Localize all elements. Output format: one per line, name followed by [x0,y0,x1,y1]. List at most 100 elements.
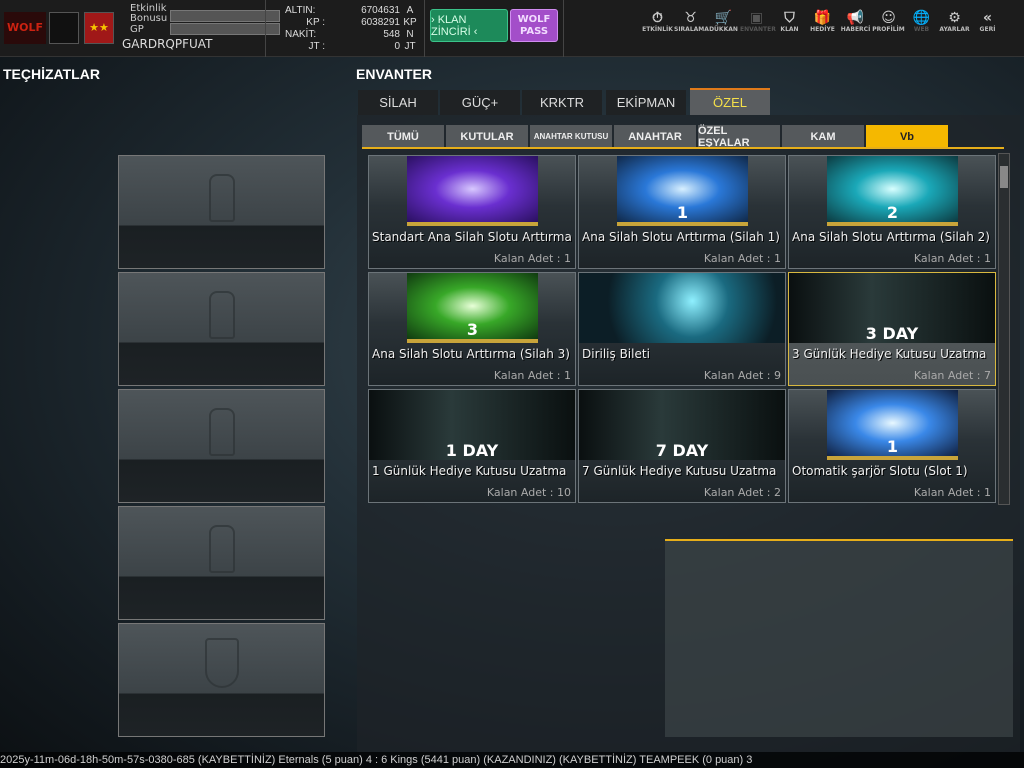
gp-label: GP [130,24,144,35]
shield-icon [205,638,239,688]
item-count: Kalan Adet : 9 [703,369,781,382]
inventory-item[interactable]: 7 DAY 7 Günlük Hediye Kutusu Uzatma Kalan … [578,389,786,503]
item-badge: 7 DAY [655,441,709,460]
nav-label: GERİ [979,26,996,33]
wolf-pass-button[interactable]: WOLF PASS [510,9,558,42]
nav-haberci̇[interactable]: 📢 HABERCİ [839,10,872,33]
etkinlik-bonus-label: Etkinlik Bonusu [130,3,168,24]
nav-icon: ☺ [881,10,896,26]
rank-icon: ★★ [84,12,114,44]
nav-icon: ⏱ [652,10,663,26]
nav-hedi̇ye[interactable]: 🎁 HEDİYE [806,10,839,33]
inventory-item[interactable]: 1 DAY 1 Günlük Hediye Kutusu Uzatma Kalan … [368,389,576,503]
equipment-title: TEÇHİZATLAR [3,66,100,82]
nav-label: KLAN [780,26,799,33]
wolf-logo: WOLF [4,12,46,44]
subtab-1[interactable]: KUTULAR [446,125,528,148]
inventory-item[interactable]: Standart Ana Silah Slotu Arttırma Kalan A… [368,155,576,269]
item-image: 3 [407,273,538,343]
item-count: Kalan Adet : 1 [913,252,991,265]
tab-2[interactable]: KRKTR [522,90,602,115]
item-badge: 1 DAY [445,441,499,460]
nav-label: DÜKKAN [709,26,738,33]
tab-1[interactable]: GÜÇ+ [440,90,520,115]
tab-3[interactable]: EKİPMAN [606,90,686,115]
nav-web[interactable]: 🌐 WEB [905,10,938,33]
subtab-4[interactable]: ÖZEL EŞYALAR [698,125,780,149]
nav-label: ENVANTER [740,26,776,33]
subtab-3[interactable]: ANAHTAR [614,125,696,148]
klan-zinciri-button[interactable]: › KLAN ZİNCİRİ ‹ [430,9,508,42]
nav-icon: « [982,10,993,26]
spray-icon [209,525,235,573]
scrollbar-thumb[interactable] [1000,166,1008,188]
inventory-title: ENVANTER [356,66,432,82]
tab-4[interactable]: ÖZEL [690,88,770,115]
item-count: Kalan Adet : 1 [493,369,571,382]
nav-label: SIRALAMA [674,26,709,33]
tab-0[interactable]: SİLAH [358,90,438,115]
nav-label: HEDİYE [810,26,835,33]
nav-icon: 📢 [846,10,865,26]
subtab-2[interactable]: ANAHTAR KUTUSU [530,125,612,148]
nav-profi̇li̇m[interactable]: ☺ PROFİLİM [872,10,905,33]
main-nav: ⏱ ETKİNLİK ♉ SIRALAMA 🛒 DÜKKAN ▣ ENVANTER ⛉ KLAN 🎁… [641,10,1004,33]
currency-jt: JT :0 JT [308,41,416,52]
equipment-slot[interactable] [118,389,325,503]
nav-icon: 🎁 [813,10,832,26]
nav-ayarlar[interactable]: ⚙ AYARLAR [938,10,971,33]
equipment-slot[interactable] [118,272,325,386]
nav-etki̇nli̇k[interactable]: ⏱ ETKİNLİK [641,10,674,33]
item-name: Diriliş Bileti [582,347,650,361]
equipment-slot[interactable] [118,155,325,269]
inventory-item[interactable]: 1 Ana Silah Slotu Arttırma (Silah 1) Kalan… [578,155,786,269]
scrollbar[interactable] [998,153,1010,505]
item-image: 3 DAY [789,273,995,343]
username: GARDRQPFUAT [122,37,213,51]
equipment-slot[interactable] [118,506,325,620]
nav-label: PROFİLİM [872,26,905,33]
item-image [407,156,538,226]
equipment-slot[interactable] [118,623,325,737]
item-name: Ana Silah Slotu Arttırma (Silah 2) [792,230,990,244]
nav-siralama[interactable]: ♉ SIRALAMA [674,10,709,33]
subtab-underline [362,147,1004,149]
item-badge: 2 [886,203,899,222]
item-count: Kalan Adet : 1 [703,252,781,265]
nav-envanter[interactable]: ▣ ENVANTER [740,10,776,33]
item-badge: 1 [886,437,899,456]
nav-icon: ♉ [684,10,697,26]
inventory-item[interactable]: Diriliş Bileti Kalan Adet : 9 [578,272,786,386]
gp-bar [170,23,280,35]
item-badge: 1 [676,203,689,222]
item-name: Ana Silah Slotu Arttırma (Silah 1) [582,230,780,244]
item-image: 1 [827,390,958,460]
nav-icon: ⚙ [948,10,961,26]
inventory-item[interactable]: 3 Ana Silah Slotu Arttırma (Silah 3) Kalan… [368,272,576,386]
subtab-0[interactable]: TÜMÜ [362,125,444,148]
currency-nakit: NAKİT: 548 N [285,29,414,40]
spray-icon [209,408,235,456]
currency-altin: ALTIN: 6704631 A [285,5,414,16]
item-preview-panel [665,539,1013,737]
nav-geri̇[interactable]: «GERİ [971,10,1004,33]
spray-icon [209,291,235,339]
nav-icon: 🌐 [912,10,931,26]
news-ticker: 2025y-11m-06d-18h-50m-57s-0380-685 (KAYB… [0,752,1024,768]
inventory-item[interactable]: 3 DAY 3 Günlük Hediye Kutusu Uzatma Kalan … [788,272,996,386]
item-badge: 3 DAY [865,324,919,343]
item-image: 1 [617,156,748,226]
item-name: Otomatik şarjör Slotu (Slot 1) [792,464,968,478]
item-image: 1 DAY [369,390,575,460]
inventory-item[interactable]: 2 Ana Silah Slotu Arttırma (Silah 2) Kalan… [788,155,996,269]
currency-kp: KP :6038291 KP [306,17,417,28]
inventory-item[interactable]: 1 Otomatik şarjör Slotu (Slot 1) Kalan Ade… [788,389,996,503]
item-image: 2 [827,156,958,226]
nav-dükkan[interactable]: 🛒 DÜKKAN [707,10,740,33]
item-count: Kalan Adet : 2 [703,486,781,499]
subtab-5[interactable]: KAM [782,125,864,148]
item-badge: 3 [466,320,479,339]
nav-klan[interactable]: ⛉ KLAN [773,10,806,33]
subtab-6[interactable]: Vb [866,125,948,148]
top-bar: WOLF ★★ Etkinlik Bonusu GP GARDRQPFUAT A… [0,0,1024,57]
